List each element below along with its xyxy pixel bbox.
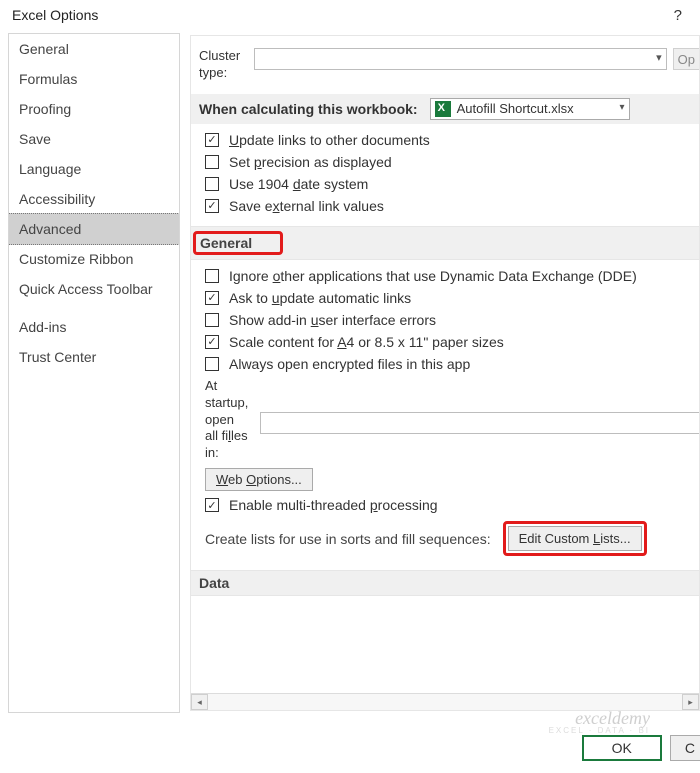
checkbox-icon — [205, 357, 219, 371]
checkbox-icon — [205, 199, 219, 213]
check-label: Save external link values — [229, 198, 384, 214]
check-ignore-dde[interactable]: Ignore other applications that use Dynam… — [205, 268, 699, 284]
check-update-links[interactable]: Update links to other documents — [205, 132, 699, 148]
scroll-right-icon[interactable]: ▸ — [682, 694, 699, 710]
check-scale-a4[interactable]: Scale content for A4 or 8.5 x 11" paper … — [205, 334, 699, 350]
window-title: Excel Options — [12, 7, 98, 23]
sidebar-item-quick-access-toolbar[interactable]: Quick Access Toolbar — [9, 274, 179, 304]
edit-custom-lists-highlight: Edit Custom Lists... — [503, 521, 647, 556]
excel-file-icon — [435, 101, 451, 117]
workbook-section-header: When calculating this workbook: Autofill… — [191, 94, 700, 124]
checkbox-icon — [205, 177, 219, 191]
horizontal-scrollbar[interactable]: ◂ ▸ — [191, 693, 699, 710]
ok-button[interactable]: OK — [582, 735, 662, 761]
sidebar-item-customize-ribbon[interactable]: Customize Ribbon — [9, 244, 179, 274]
checkbox-icon — [205, 155, 219, 169]
check-label: Scale content for A4 or 8.5 x 11" paper … — [229, 334, 504, 350]
checkbox-icon — [205, 269, 219, 283]
check-label: Use 1904 date system — [229, 176, 368, 192]
check-save-external-links[interactable]: Save external link values — [205, 198, 699, 214]
sidebar-item-language[interactable]: Language — [9, 154, 179, 184]
create-lists-label: Create lists for use in sorts and fill s… — [205, 531, 491, 547]
check-label: Show add-in user interface errors — [229, 312, 436, 328]
check-label: Always open encrypted files in this app — [229, 356, 470, 372]
check-enable-mt[interactable]: Enable multi-threaded processing — [205, 497, 699, 513]
check-set-precision[interactable]: Set precision as displayed — [205, 154, 699, 170]
checkbox-icon — [205, 291, 219, 305]
check-ask-update-links[interactable]: Ask to update automatic links — [205, 290, 699, 306]
data-section-header: Data — [191, 570, 700, 596]
cluster-type-label: Cluster type: — [199, 48, 254, 82]
startup-files-label: At startup, open all filles in: — [205, 378, 260, 462]
startup-files-input[interactable] — [260, 412, 700, 434]
sidebar: General Formulas Proofing Save Language … — [8, 33, 180, 713]
sidebar-item-trust-center[interactable]: Trust Center — [9, 342, 179, 372]
check-label: Ignore other applications that use Dynam… — [229, 268, 637, 284]
help-icon[interactable]: ? — [668, 7, 688, 24]
sidebar-item-save[interactable]: Save — [9, 124, 179, 154]
sidebar-item-proofing[interactable]: Proofing — [9, 94, 179, 124]
web-options-button[interactable]: Web Options... — [205, 468, 313, 491]
check-label: Enable multi-threaded processing — [229, 497, 438, 513]
check-1904-date[interactable]: Use 1904 date system — [205, 176, 699, 192]
workbook-combo[interactable]: Autofill Shortcut.xlsx ▾ — [430, 98, 630, 120]
check-label: Update links to other documents — [229, 132, 430, 148]
watermark: exceldemy EXCEL · DATA · BI — [549, 709, 650, 735]
check-encrypted-files[interactable]: Always open encrypted files in this app — [205, 356, 699, 372]
chevron-down-icon: ▾ — [620, 102, 625, 113]
workbook-selected: Autofill Shortcut.xlsx — [457, 101, 574, 116]
general-section-header: General — [191, 226, 700, 260]
checkbox-icon — [205, 133, 219, 147]
sidebar-item-addins[interactable]: Add-ins — [9, 312, 179, 342]
chevron-down-icon: ▾ — [656, 51, 662, 64]
cluster-options-button[interactable]: Op — [673, 48, 700, 70]
check-addin-errors[interactable]: Show add-in user interface errors — [205, 312, 699, 328]
edit-custom-lists-button[interactable]: Edit Custom Lists... — [508, 526, 642, 551]
sidebar-item-general[interactable]: General — [9, 34, 179, 64]
cancel-button[interactable]: C — [670, 735, 700, 761]
checkbox-icon — [205, 498, 219, 512]
sidebar-item-advanced[interactable]: Advanced — [8, 213, 180, 245]
check-label: Set precision as displayed — [229, 154, 392, 170]
checkbox-icon — [205, 313, 219, 327]
sidebar-item-accessibility[interactable]: Accessibility — [9, 184, 179, 214]
workbook-section-label: When calculating this workbook: — [199, 101, 418, 117]
scroll-track[interactable] — [208, 694, 682, 710]
check-label: Ask to update automatic links — [229, 290, 411, 306]
checkbox-icon — [205, 335, 219, 349]
content-panel: Cluster type: ▾ Op When calculating this… — [190, 35, 700, 711]
scroll-left-icon[interactable]: ◂ — [191, 694, 208, 710]
cluster-type-combo[interactable]: ▾ — [254, 48, 667, 70]
sidebar-item-formulas[interactable]: Formulas — [9, 64, 179, 94]
